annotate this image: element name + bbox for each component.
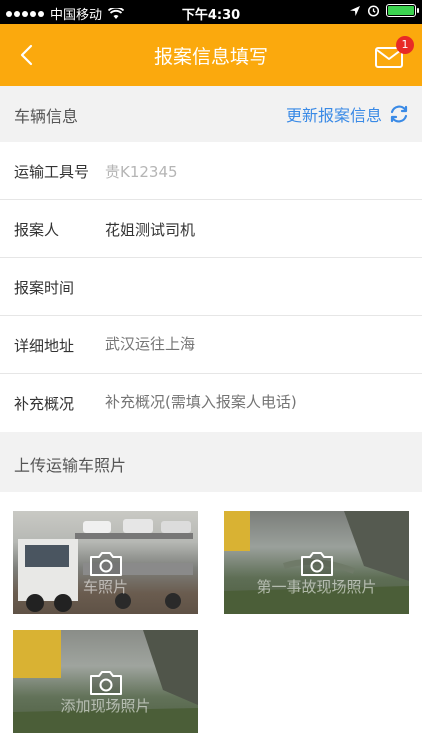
alarm-icon [367, 5, 380, 17]
camera-icon [89, 552, 122, 576]
report-time-row[interactable]: 报案时间 [0, 258, 422, 316]
vehicle-form: 运输工具号 贵K12345 报案人 花姐测试司机 报案时间 详细地址 补充概况 [0, 142, 422, 432]
page-title: 报案信息填写 [153, 46, 268, 68]
vehicle-section-header: 车辆信息 更新报案信息 [0, 86, 422, 142]
refresh-icon [390, 105, 408, 123]
status-bar: 中国移动 下午4:30 [0, 0, 422, 24]
supplement-row: 补充概况 [0, 374, 422, 432]
truck-photo-caption: 车照片 [82, 578, 128, 596]
transport-no-value: 贵K12345 [105, 163, 178, 181]
truck-photo[interactable]: 车照片 [13, 511, 198, 614]
address-label: 详细地址 [14, 337, 75, 355]
reporter-value: 花姐测试司机 [105, 221, 196, 239]
photo-grid: 车照片 第一事故现场照片 添加现场照片 [0, 492, 422, 750]
nav-bar: 报案信息填写 1 [0, 24, 422, 86]
address-row: 详细地址 [0, 316, 422, 374]
status-right [349, 4, 419, 17]
battery-icon [386, 4, 419, 17]
camera-icon [89, 671, 122, 695]
vehicle-section-title: 车辆信息 [14, 107, 79, 126]
add-scene-photo[interactable]: 添加现场照片 [13, 630, 198, 733]
reporter-label: 报案人 [14, 221, 60, 239]
notification-badge: 1 [396, 36, 414, 54]
update-report-label: 更新报案信息 [285, 106, 382, 125]
report-time-label: 报案时间 [14, 279, 75, 297]
camera-icon [300, 552, 333, 576]
upload-section-title: 上传运输车照片 [14, 456, 127, 475]
reporter-row: 报案人 花姐测试司机 [0, 200, 422, 258]
location-icon [350, 5, 360, 16]
address-input[interactable] [105, 335, 405, 353]
supplement-label: 补充概况 [14, 395, 75, 413]
transport-no-row: 运输工具号 贵K12345 [0, 142, 422, 200]
accident-scene-caption: 第一事故现场照片 [256, 578, 377, 596]
add-scene-caption: 添加现场照片 [60, 697, 151, 715]
accident-scene-photo[interactable]: 第一事故现场照片 [224, 511, 409, 614]
upload-section-header: 上传运输车照片 [0, 432, 422, 492]
update-report-button[interactable]: 更新报案信息 [286, 102, 410, 126]
transport-no-label: 运输工具号 [14, 163, 90, 181]
supplement-input[interactable] [105, 393, 405, 411]
